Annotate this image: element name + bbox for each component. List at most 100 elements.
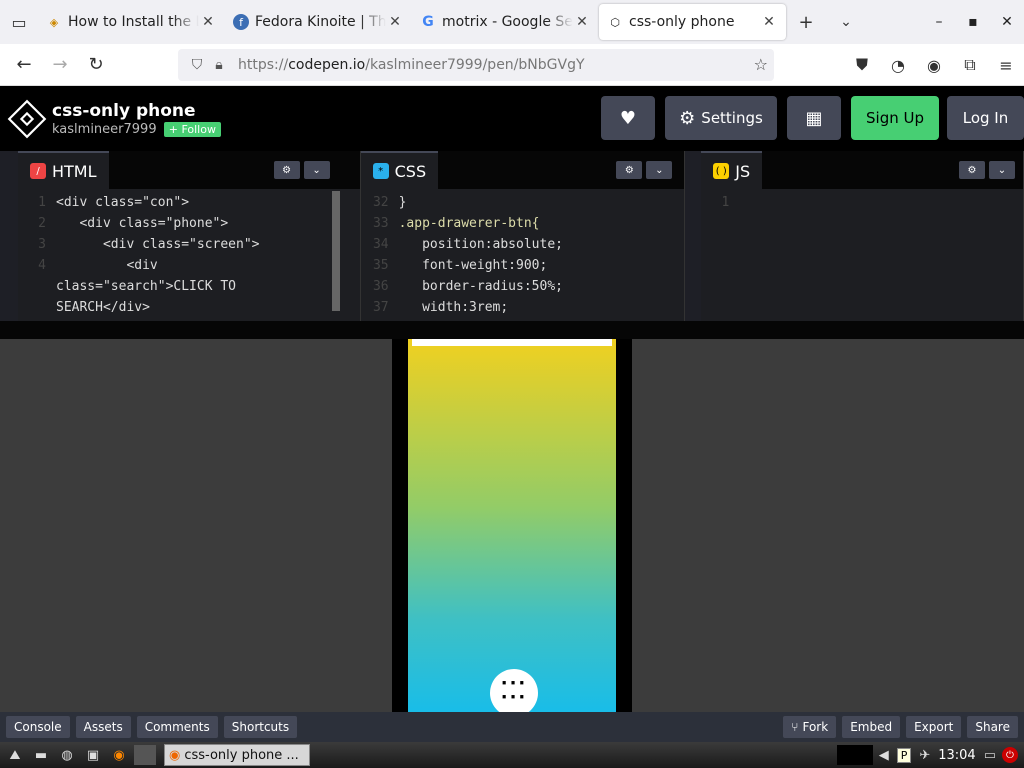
firefox-icon[interactable]: ◉ <box>108 745 130 765</box>
menu-icon[interactable]: ≡ <box>988 56 1024 75</box>
forward-icon[interactable]: → <box>42 47 78 83</box>
code-line[interactable]: 2 <div class="phone"> <box>18 213 360 234</box>
code-line[interactable]: 3 <div class="screen"> <box>18 234 360 255</box>
tab-close-icon[interactable]: ✕ <box>760 14 778 30</box>
css-code[interactable]: 32} 33 .app-drawerer-btn{34 position:absol… <box>361 189 685 321</box>
tab-1[interactable]: ◈ How to Install the L ✕ <box>38 4 225 40</box>
js-editor[interactable]: ( ) JS ⚙ ⌄ 1 <box>701 151 1024 321</box>
export-button[interactable]: Export <box>906 716 962 738</box>
html-editor-controls: ⚙ ⌄ <box>270 161 330 179</box>
minimize-icon[interactable]: – <box>922 0 956 44</box>
chevron-down-icon[interactable]: ⌄ <box>826 0 866 44</box>
url-text[interactable]: https://codepen.io/kaslmineer7999/pen/bN… <box>238 57 585 73</box>
code-line[interactable]: class="search">CLICK TO <box>18 276 360 297</box>
desktop-icon[interactable]: ▣ <box>82 745 104 765</box>
tab-close-icon[interactable]: ✕ <box>199 14 217 30</box>
chevron-down-icon[interactable]: ⌄ <box>303 161 330 179</box>
signup-button[interactable]: Sign Up <box>851 96 939 140</box>
gear-icon[interactable]: ⚙ <box>273 161 300 179</box>
maximize-icon[interactable]: ▪ <box>956 0 990 44</box>
chevron-down-icon[interactable]: ⌄ <box>989 161 1015 179</box>
start-menu-icon[interactable]: ⛰ <box>4 745 26 765</box>
close-window-icon[interactable]: ✕ <box>990 0 1024 44</box>
comments-button[interactable]: Comments <box>136 716 218 738</box>
code-line[interactable]: 36 border-radius:50%; <box>361 276 685 297</box>
sync-icon[interactable]: ◔ <box>880 56 916 75</box>
files-icon[interactable]: ▬ <box>30 745 52 765</box>
tab-2[interactable]: f Fedora Kinoite | The ✕ <box>225 4 412 40</box>
js-code[interactable]: 1 <box>701 189 1023 321</box>
css-tab[interactable]: * CSS <box>360 151 439 189</box>
clock[interactable]: 13:04 <box>938 748 975 763</box>
code-line[interactable]: 37 width:3rem; <box>361 297 685 318</box>
search-bar[interactable] <box>412 339 612 346</box>
web-browser-icon[interactable]: ◍ <box>56 745 78 765</box>
network-icon[interactable]: ✈ <box>919 748 930 763</box>
shield-icon[interactable]: ⛉ <box>186 57 208 73</box>
code-text: border-radius:50%; <box>398 279 563 294</box>
login-button[interactable]: Log In <box>947 96 1024 140</box>
extensions-icon[interactable]: ⧉ <box>952 55 988 75</box>
embed-button[interactable]: Embed <box>842 716 901 738</box>
shortcuts-button[interactable]: Shortcuts <box>223 716 298 738</box>
html-code[interactable]: 1 <div class="con"> 2 <div class="phone"> 3… <box>18 189 360 321</box>
gear-icon[interactable]: ⚙ <box>616 161 643 179</box>
html-lang-icon: / <box>30 163 46 179</box>
bookmark-star-icon[interactable]: ☆ <box>754 55 768 74</box>
new-tab-icon[interactable]: + <box>786 0 826 44</box>
taskbar-window-button[interactable]: ◉ css-only phone ... <box>164 744 310 766</box>
css-editor[interactable]: * CSS ⚙ ⌄ 32} 33 .app-drawerer-btn{34 posi… <box>360 151 686 321</box>
console-button[interactable]: Console <box>6 716 70 738</box>
power-icon[interactable]: ⏻ <box>1002 747 1018 763</box>
code-line[interactable]: 1 <div class="con"> <box>18 192 360 213</box>
layout-button[interactable]: ▦ <box>787 96 841 140</box>
code-line[interactable]: 4 <div <box>18 255 360 276</box>
fork-button[interactable]: ⑂ Fork <box>783 716 837 738</box>
code-line[interactable]: 33 .app-drawerer-btn{ <box>361 213 685 234</box>
tray-block-icon[interactable] <box>836 745 873 765</box>
codepen-logo-icon[interactable] <box>7 99 47 138</box>
code-text: <div class="screen"> <box>56 237 260 252</box>
author-name[interactable]: kaslmineer7999 <box>52 122 157 137</box>
settings-button[interactable]: ⚙ Settings <box>665 96 777 140</box>
account-icon[interactable]: ◉ <box>916 56 952 75</box>
tab-close-icon[interactable]: ✕ <box>573 14 591 30</box>
assets-button[interactable]: Assets <box>75 716 131 738</box>
fork-icon: ⑂ <box>791 720 799 734</box>
codepen-header: css-only phone kaslmineer7999 + Follow ♥… <box>0 86 1024 151</box>
chevron-down-icon[interactable]: ⌄ <box>646 161 673 179</box>
love-button[interactable]: ♥ <box>601 96 655 140</box>
reload-icon[interactable]: ↻ <box>78 47 114 83</box>
html-editor[interactable]: / HTML ⚙ ⌄ 1 <div class="con"> 2 <div clas… <box>18 151 361 321</box>
js-tab[interactable]: ( ) JS <box>701 151 763 189</box>
p-icon[interactable]: P <box>896 747 912 763</box>
gear-icon: ⚙ <box>679 107 696 129</box>
code-line[interactable]: 1 <box>701 192 1023 213</box>
html-scrollbar[interactable] <box>331 191 340 311</box>
code-line[interactable]: 34 position:absolute; <box>361 234 685 255</box>
resize-handle[interactable] <box>0 321 1024 339</box>
share-button[interactable]: Share <box>967 716 1018 738</box>
code-line[interactable]: SEARCH</div> <box>18 297 360 318</box>
volume-icon[interactable]: ◀ <box>879 748 889 763</box>
gear-icon[interactable]: ⚙ <box>959 161 985 179</box>
pocket-icon[interactable]: ⛊ <box>844 55 880 75</box>
code-line[interactable]: 35 font-weight:900; <box>361 255 685 276</box>
html-tab[interactable]: / HTML <box>18 151 109 189</box>
tab-list-icon[interactable]: ▭ <box>0 0 38 44</box>
code-text: <div class="phone"> <box>56 216 229 231</box>
app-drawer-button[interactable]: ⋅⋅⋅ ⋅⋅⋅ <box>490 669 538 717</box>
line-number: 36 <box>372 279 389 294</box>
code-line[interactable]: 32} <box>361 192 685 213</box>
back-icon[interactable]: ← <box>6 47 42 83</box>
pen-title[interactable]: css-only phone <box>52 100 221 122</box>
url-bar[interactable]: ⛉ 🔒︎ https://codepen.io/kaslmineer7999/p… <box>178 49 774 81</box>
follow-button[interactable]: + Follow <box>163 122 221 137</box>
lock-icon[interactable]: 🔒︎ <box>208 57 230 73</box>
display-icon[interactable]: ▭ <box>984 748 996 763</box>
tab-4-active[interactable]: ⬡ css-only phone ✕ <box>599 4 786 40</box>
blank-launcher-icon[interactable] <box>134 745 156 765</box>
tab-close-icon[interactable]: ✕ <box>386 14 404 30</box>
code-text: position:absolute; <box>398 237 563 252</box>
tab-3[interactable]: G motrix - Google Sea ✕ <box>412 4 599 40</box>
